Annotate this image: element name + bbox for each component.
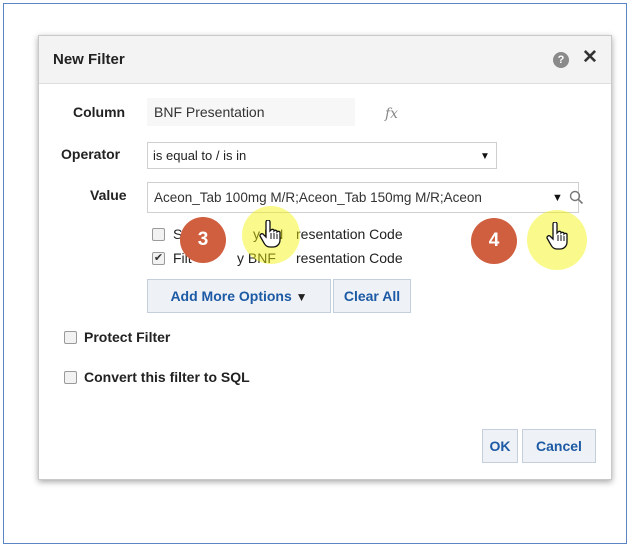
sort-by-code-label-end: resentation Code <box>296 226 403 242</box>
add-more-options-button[interactable]: Add More Options ▼ <box>147 279 331 313</box>
column-name-field: BNF Presentation <box>147 98 355 126</box>
ok-button[interactable]: OK <box>482 429 518 463</box>
chevron-down-icon: ▼ <box>295 290 308 304</box>
value-dropdown-chevron-down-icon[interactable]: ▼ <box>552 192 563 204</box>
cancel-button[interactable]: Cancel <box>522 429 596 463</box>
protect-filter-checkbox[interactable] <box>64 331 77 344</box>
help-icon[interactable]: ? <box>553 52 569 68</box>
dialog-title-bar: New Filter ? ✕ <box>39 36 611 84</box>
operator-select[interactable]: is equal to / is in ▼ <box>147 142 497 169</box>
convert-sql-label: Convert this filter to SQL <box>84 369 250 385</box>
protect-filter-label: Protect Filter <box>84 329 171 345</box>
add-more-options-label: Add More Options <box>170 288 292 304</box>
filter-by-code-checkbox[interactable]: ✔ <box>152 252 165 265</box>
step-4-badge: 4 <box>471 218 517 264</box>
value-input[interactable]: Aceon_Tab 100mg M/R;Aceon_Tab 150mg M/R;… <box>147 182 579 213</box>
step-3-badge: 3 <box>180 217 226 263</box>
sort-by-code-checkbox[interactable] <box>152 228 165 241</box>
fx-icon[interactable]: fx <box>385 106 398 122</box>
dialog-title: New Filter <box>53 51 125 68</box>
value-text: Aceon_Tab 100mg M/R;Aceon_Tab 150mg M/R;… <box>154 190 482 205</box>
close-icon[interactable]: ✕ <box>582 48 598 68</box>
convert-sql-checkbox[interactable] <box>64 371 77 384</box>
column-label: Column <box>73 104 126 120</box>
hand-cursor-icon <box>259 220 281 248</box>
clear-all-button[interactable]: Clear All <box>333 279 411 313</box>
hand-cursor-icon <box>546 222 568 250</box>
operator-selected-value: is equal to / is in <box>153 148 247 163</box>
new-filter-dialog: New Filter ? ✕ Column BNF Presentation f… <box>38 35 612 480</box>
operator-label: Operator <box>61 146 121 162</box>
value-label: Value <box>90 187 127 203</box>
chevron-down-icon: ▼ <box>480 151 490 162</box>
filter-by-code-label-end: resentation Code <box>296 250 403 266</box>
search-icon[interactable] <box>569 190 584 205</box>
